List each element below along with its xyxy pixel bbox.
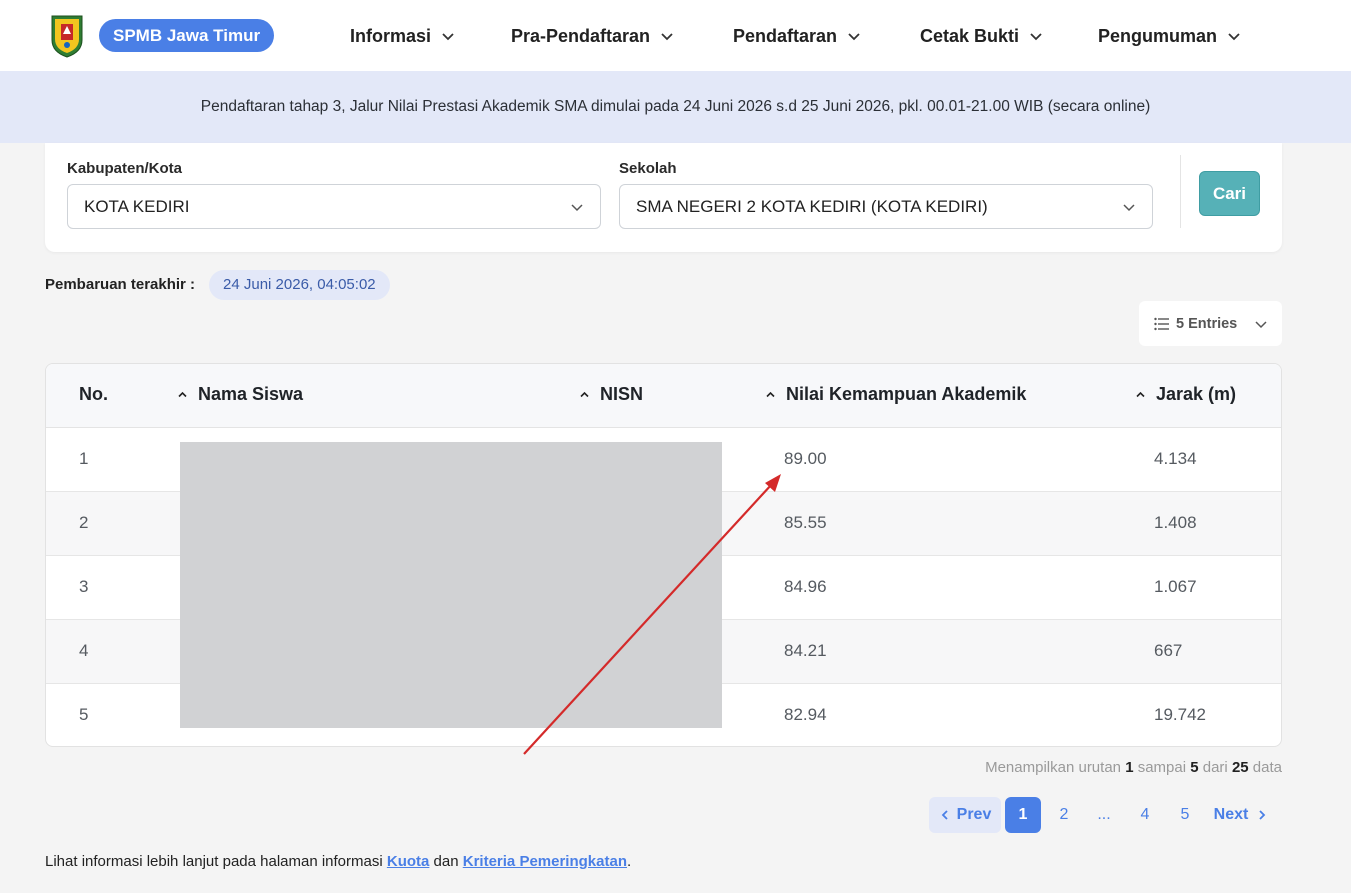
column-no: No. (79, 384, 108, 405)
cell-nilai: 85.55 (784, 513, 827, 532)
cell-no: 1 (79, 449, 89, 468)
summary-mid: sampai (1137, 759, 1187, 776)
redacted-names-block (180, 442, 722, 728)
column-jarak-label: Jarak (m) (1156, 384, 1237, 404)
chevron-down-icon (848, 33, 860, 41)
footer-note: Lihat informasi lebih lanjut pada halama… (45, 853, 631, 870)
nav-informasi[interactable]: Informasi (350, 24, 455, 48)
cell-no: 2 (79, 513, 89, 532)
page-2-button[interactable]: 2 (1046, 797, 1082, 833)
summary-suffix: data (1252, 759, 1282, 776)
nav-pendaftaran[interactable]: Pendaftaran (733, 24, 861, 48)
chevron-down-icon (1030, 33, 1042, 41)
next-page-button[interactable]: Next (1208, 797, 1274, 833)
nav-informasi-label: Informasi (350, 25, 432, 46)
cell-no: 3 (79, 577, 89, 596)
brand-badge[interactable]: SPMB Jawa Timur (99, 19, 275, 52)
cell-jarak: 667 (1154, 641, 1183, 660)
cell-no: 5 (79, 705, 89, 724)
sekolah-select[interactable]: SMA NEGERI 2 KOTA KEDIRI (KOTA KEDIRI) (619, 184, 1153, 229)
nav-cetak-bukti-label: Cetak Bukti (920, 25, 1020, 46)
sort-up-icon (1136, 391, 1145, 398)
table-header: No. Nama Siswa NISN Nilai Kemampuan Akad… (46, 364, 1281, 428)
summary-to: 5 (1190, 759, 1199, 776)
chevron-down-icon (1255, 321, 1267, 329)
list-icon (1154, 317, 1169, 330)
nav-pendaftaran-label: Pendaftaran (733, 25, 838, 46)
column-no-label: No. (79, 384, 108, 404)
divider (1180, 155, 1181, 228)
nav-pengumuman[interactable]: Pengumuman (1098, 24, 1241, 48)
chevron-down-icon (661, 33, 673, 41)
last-update-badge: 24 Juni 2026, 04:05:02 (209, 270, 390, 300)
page-1-button[interactable]: 1 (1005, 797, 1041, 833)
nav-pra-pendaftaran[interactable]: Pra-Pendaftaran (511, 24, 674, 48)
entries-select[interactable]: 5 Entries (1139, 301, 1282, 346)
sort-up-icon (178, 391, 187, 398)
chevron-left-icon (941, 810, 948, 820)
kabupaten-label: Kabupaten/Kota (67, 160, 183, 177)
chevron-down-icon (571, 204, 583, 212)
column-nilai-label: Nilai Kemampuan Akademik (786, 384, 1027, 404)
kuota-link[interactable]: Kuota (387, 853, 430, 870)
kriteria-pemeringkatan-link[interactable]: Kriteria Pemeringkatan (463, 853, 627, 870)
nav-pengumuman-label: Pengumuman (1098, 25, 1218, 46)
chevron-down-icon (1228, 33, 1240, 41)
next-label: Next (1213, 806, 1249, 823)
column-nilai[interactable]: Nilai Kemampuan Akademik (765, 384, 1026, 405)
footer-prefix: Lihat informasi lebih lanjut pada halama… (45, 853, 383, 870)
filter-card: Kabupaten/Kota KOTA KEDIRI Sekolah SMA N… (45, 143, 1282, 252)
cell-jarak: 19.742 (1154, 705, 1206, 724)
search-button[interactable]: Cari (1199, 171, 1260, 216)
page-4-button[interactable]: 4 (1127, 797, 1163, 833)
sekolah-value: SMA NEGERI 2 KOTA KEDIRI (KOTA KEDIRI) (636, 196, 988, 216)
footer-suffix: . (626, 853, 632, 870)
page-ellipsis: ... (1097, 806, 1111, 823)
column-nama-siswa-label: Nama Siswa (198, 384, 304, 404)
column-nama-siswa[interactable]: Nama Siswa (177, 384, 303, 405)
cell-nilai: 84.21 (784, 641, 827, 660)
last-update-label: Pembaruan terakhir : (45, 276, 196, 293)
summary-prefix: Menampilkan urutan (985, 759, 1122, 776)
column-jarak[interactable]: Jarak (m) (1135, 384, 1236, 405)
page-5-button[interactable]: 5 (1167, 797, 1203, 833)
cell-jarak: 1.408 (1154, 513, 1197, 532)
cell-jarak: 4.134 (1154, 449, 1197, 468)
chevron-down-icon (1123, 204, 1135, 212)
column-nisn-label: NISN (600, 384, 644, 404)
nav-pra-pendaftaran-label: Pra-Pendaftaran (511, 25, 651, 46)
chevron-down-icon (442, 33, 454, 41)
cell-no: 4 (79, 641, 89, 660)
ranking-table: No. Nama Siswa NISN Nilai Kemampuan Akad… (45, 363, 1282, 747)
summary-total: 25 (1231, 759, 1249, 776)
prev-page-button[interactable]: Prev (929, 797, 1001, 833)
footer-and: dan (433, 853, 459, 870)
jawa-timur-emblem-logo[interactable] (49, 12, 85, 58)
cell-jarak: 1.067 (1154, 577, 1197, 596)
cell-nilai: 84.96 (784, 577, 827, 596)
cell-nilai: 89.00 (784, 449, 827, 468)
sekolah-label: Sekolah (619, 160, 677, 177)
sort-up-icon (580, 391, 589, 398)
top-navbar: SPMB Jawa Timur Informasi Pra-Pendaftara… (0, 0, 1351, 71)
announcement-banner: Pendaftaran tahap 3, Jalur Nilai Prestas… (0, 71, 1351, 143)
summary-from: 1 (1125, 759, 1134, 776)
cell-nilai: 82.94 (784, 705, 827, 724)
nav-cetak-bukti[interactable]: Cetak Bukti (920, 24, 1043, 48)
prev-label: Prev (956, 806, 992, 823)
announcement-text: Pendaftaran tahap 3, Jalur Nilai Prestas… (200, 98, 1151, 115)
sort-up-icon (766, 391, 775, 398)
summary-of: dari (1202, 759, 1228, 776)
chevron-right-icon (1259, 810, 1266, 820)
pagination-summary: Menampilkan urutan 1 sampai 5 dari 25 da… (985, 759, 1282, 776)
kabupaten-select[interactable]: KOTA KEDIRI (67, 184, 601, 229)
entries-label: 5 Entries (1176, 315, 1238, 332)
column-nisn[interactable]: NISN (579, 384, 643, 405)
kabupaten-value: KOTA KEDIRI (84, 196, 190, 216)
